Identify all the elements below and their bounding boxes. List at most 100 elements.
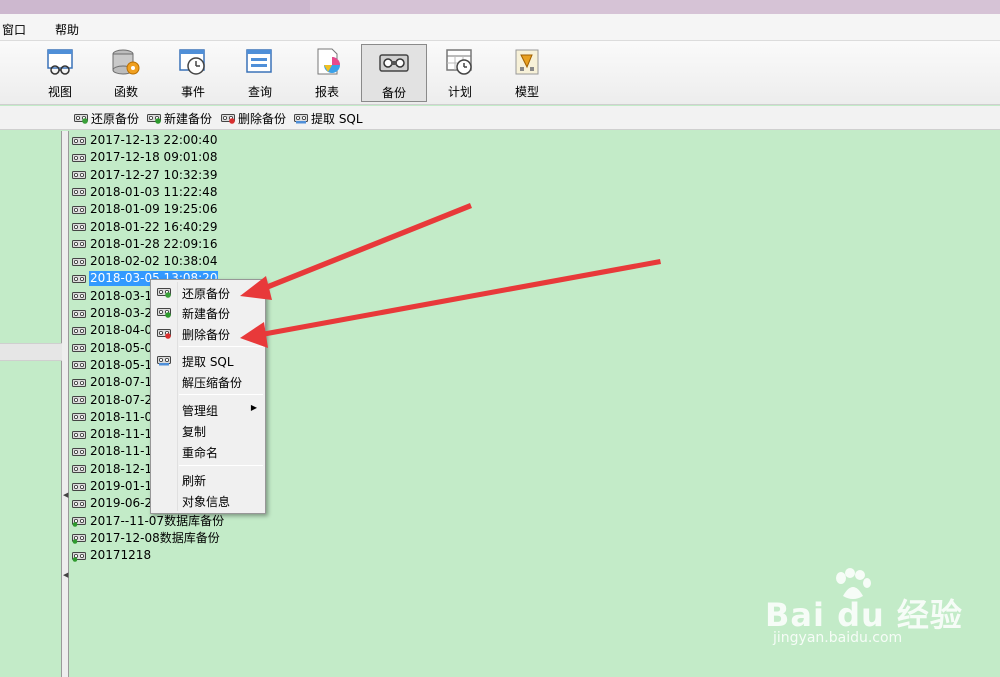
backup-file-icon	[72, 292, 86, 301]
collapse-left-icon[interactable]: ◀	[63, 491, 68, 499]
backup-file-icon	[72, 171, 86, 180]
backup-file-name: 2017-12-18 09:01:08	[90, 150, 218, 165]
backup-file-icon	[72, 240, 86, 249]
backup-file-row[interactable]: 2017-12-13 22:00:40	[72, 132, 218, 149]
toolbar-table-button[interactable]	[0, 44, 14, 102]
ctx-manage-group-label: 管理组	[182, 404, 219, 418]
menu-help[interactable]: 帮助	[55, 21, 79, 38]
backup-file-icon	[72, 517, 86, 527]
backup-file-row[interactable]: 2018-11-04	[72, 409, 161, 426]
backup-file-icon	[72, 309, 86, 318]
ctx-manage-group[interactable]: 管理组 ▶	[153, 399, 263, 419]
new-backup-button[interactable]: 新建备份	[147, 110, 212, 126]
backup-file-row[interactable]: 2018-07-17	[72, 374, 161, 391]
menu-window[interactable]: 窗口	[2, 21, 26, 38]
backup-file-icon	[72, 361, 86, 370]
annotation-arrow-delete	[240, 259, 661, 348]
tree-selected-row[interactable]	[0, 343, 62, 361]
backup-file-row[interactable]: 2019-06-24	[72, 495, 161, 512]
ctx-refresh[interactable]: 刷新	[153, 469, 263, 489]
ctx-object-info-label: 对象信息	[182, 495, 231, 509]
toolbar-event-button[interactable]: 事件	[160, 44, 226, 102]
toolbar-report-button[interactable]: 报表	[294, 44, 360, 102]
backup-file-row[interactable]: 2018-01-28 22:09:16	[72, 236, 218, 253]
toolbar-function-button[interactable]: 函数	[93, 44, 159, 102]
toolbar-model-button[interactable]: 模型	[494, 44, 560, 102]
backup-file-name: 2018-01-28 22:09:16	[90, 236, 218, 251]
backup-file-icon	[72, 257, 86, 266]
ctx-rename[interactable]: 重命名	[153, 441, 263, 461]
toolbar-view-button[interactable]: 视图	[27, 44, 93, 102]
submenu-arrow-icon: ▶	[250, 403, 257, 412]
backup-file-icon	[72, 274, 86, 283]
backup-file-row[interactable]: 2018-03-18	[72, 288, 161, 305]
ctx-separator	[179, 465, 263, 466]
ctx-decompress-backup[interactable]: 解压缩备份	[153, 371, 263, 391]
extract-sql-button[interactable]: 提取 SQL	[294, 110, 363, 126]
backup-file-row[interactable]: 2017-12-18 09:01:08	[72, 149, 218, 166]
panel-splitter[interactable]: ◀ ◀	[62, 131, 69, 677]
schedule-icon	[446, 49, 472, 75]
ctx-separator	[179, 394, 263, 395]
delete-backup-button[interactable]: 删除备份	[221, 110, 286, 126]
extract-sql-label: 提取 SQL	[311, 111, 363, 126]
backup-file-row[interactable]: 2019-01-19	[72, 478, 161, 495]
backup-file-icon	[72, 551, 86, 562]
backup-file-row[interactable]: 2018-12-15	[72, 461, 161, 478]
toolbar-backup-button[interactable]: 备份	[361, 44, 427, 102]
backup-file-row[interactable]: 2018-01-03 11:22:48	[72, 184, 218, 201]
menu-bar: 窗口 帮助	[0, 14, 1000, 41]
backup-file-icon	[72, 153, 86, 162]
ctx-extract-sql-label: 提取 SQL	[182, 355, 234, 369]
delete-backup-label: 删除备份	[238, 111, 287, 126]
connection-tree-panel[interactable]	[0, 131, 62, 677]
restore-backup-button[interactable]: 还原备份	[74, 110, 139, 126]
backup-file-row[interactable]: 2018-02-02 10:38:04	[72, 253, 218, 270]
ctx-object-info[interactable]: 对象信息	[153, 490, 263, 510]
ctx-restore-backup[interactable]: 还原备份	[153, 282, 263, 302]
backup-file-row[interactable]: 2017-12-08数据库备份	[72, 530, 221, 547]
backup-file-icon	[72, 447, 86, 456]
backup-file-icon	[72, 499, 86, 508]
toolbar-query-button[interactable]: 查询	[227, 44, 293, 102]
new-backup-icon	[147, 114, 161, 124]
new-backup-label: 新建备份	[164, 111, 213, 126]
delete-backup-icon	[157, 329, 171, 339]
backup-file-icon	[72, 465, 86, 474]
toolbar-report-label: 报表	[314, 85, 339, 99]
backup-file-row[interactable]: 20171218	[72, 547, 152, 564]
ctx-extract-sql[interactable]: 提取 SQL	[153, 350, 263, 370]
ctx-delete-backup[interactable]: 删除备份	[153, 323, 263, 343]
backup-file-name: 2018-02-02 10:38:04	[90, 254, 218, 269]
toolbar-query-label: 查询	[247, 85, 272, 99]
backup-file-row[interactable]: 2018-05-13	[72, 357, 161, 374]
backup-file-name: 2017--11-07数据库备份	[90, 513, 225, 528]
ctx-copy-label: 复制	[182, 425, 207, 439]
baidu-jingyan-watermark: Bai du 经验 jingyan.baidu.com	[765, 568, 965, 658]
toolbar-backup-label: 备份	[381, 86, 406, 100]
report-icon	[317, 48, 340, 75]
restore-backup-icon	[74, 114, 88, 124]
backup-file-row[interactable]: 2018-05-01	[72, 340, 161, 357]
backup-file-icon	[72, 378, 86, 387]
ctx-copy[interactable]: 复制	[153, 420, 263, 440]
backup-file-row[interactable]: 2018-11-17	[72, 443, 161, 460]
backup-file-row[interactable]: 2018-04-08	[72, 322, 161, 339]
view-icon	[47, 49, 73, 75]
backup-file-icon	[72, 413, 86, 422]
toolbar-schedule-button[interactable]: 计划	[427, 44, 493, 102]
backup-file-icon	[72, 188, 86, 197]
backup-file-name: 20171218	[90, 548, 152, 563]
backup-file-icon	[72, 482, 86, 491]
backup-file-row[interactable]: 2017--11-07数据库备份	[72, 513, 225, 530]
backup-file-row[interactable]: 2018-01-09 19:25:06	[72, 201, 218, 218]
ctx-new-backup[interactable]: 新建备份	[153, 302, 263, 322]
backup-file-row[interactable]: 2018-07-24	[72, 392, 161, 409]
backup-file-row[interactable]: 2018-01-22 16:40:29	[72, 219, 218, 236]
backup-file-icon	[72, 396, 86, 404]
backup-file-icon	[72, 326, 86, 335]
backup-file-row[interactable]: 2018-11-10	[72, 426, 161, 443]
backup-file-row[interactable]: 2018-03-25	[72, 305, 161, 322]
collapse-left-icon-2[interactable]: ◀	[63, 571, 68, 579]
backup-file-row[interactable]: 2017-12-27 10:32:39	[72, 167, 218, 184]
